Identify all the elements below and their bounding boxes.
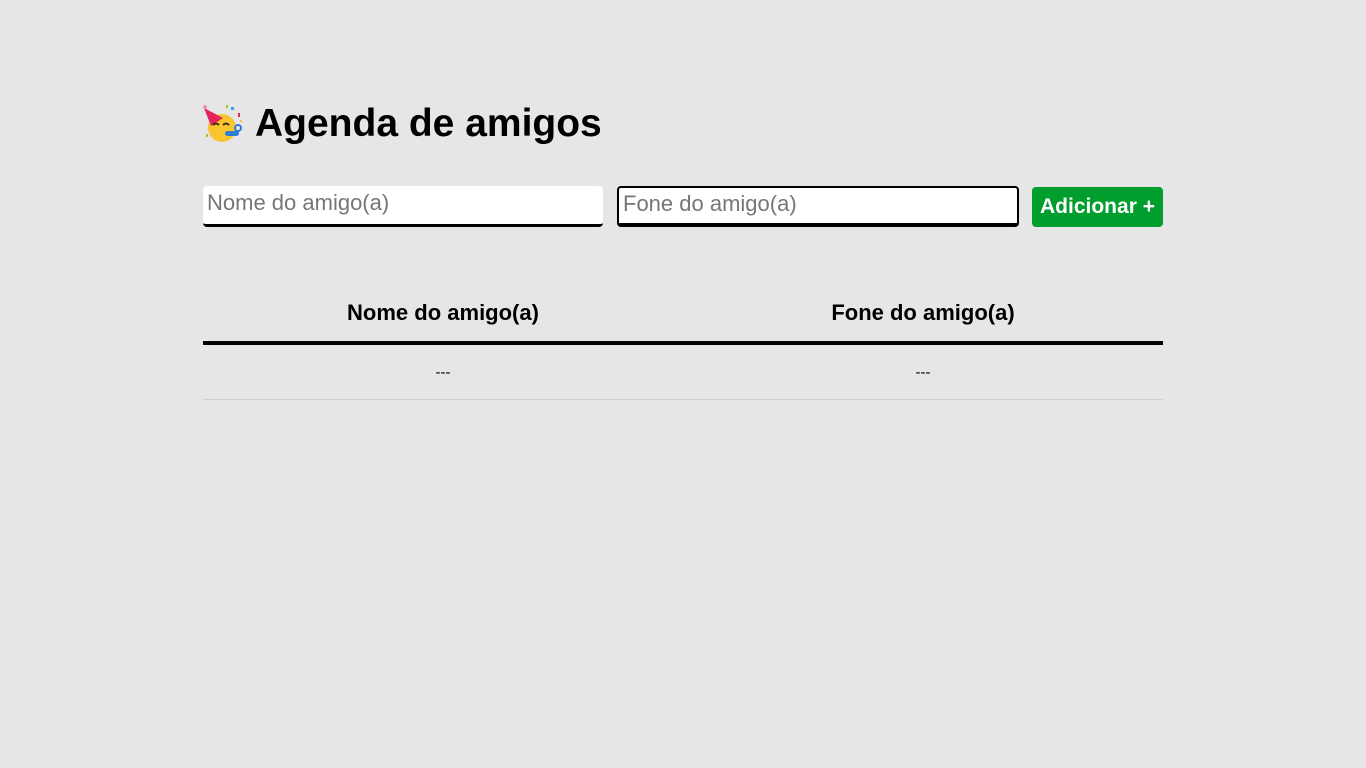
table-header-row: Nome do amigo(a) Fone do amigo(a) (203, 285, 1163, 345)
table-body: --- --- (203, 343, 1163, 400)
page-header: Agenda de amigos (203, 100, 602, 148)
add-button[interactable]: Adicionar + (1032, 187, 1163, 227)
table-row: --- --- (203, 343, 1163, 400)
partying-face-icon (203, 105, 242, 142)
add-friend-form: Adicionar + (203, 186, 1163, 228)
friend-phone-input[interactable] (617, 186, 1019, 227)
friends-table: Nome do amigo(a) Fone do amigo(a) --- --… (203, 285, 1163, 400)
table-cell-name: --- (203, 343, 683, 400)
table-cell-phone: --- (683, 343, 1163, 400)
page-title: Agenda de amigos (255, 102, 602, 145)
table-header: Nome do amigo(a) Fone do amigo(a) (203, 285, 1163, 345)
column-header-phone: Fone do amigo(a) (683, 285, 1163, 345)
friend-name-input[interactable] (203, 186, 603, 227)
column-header-name: Nome do amigo(a) (203, 285, 683, 345)
